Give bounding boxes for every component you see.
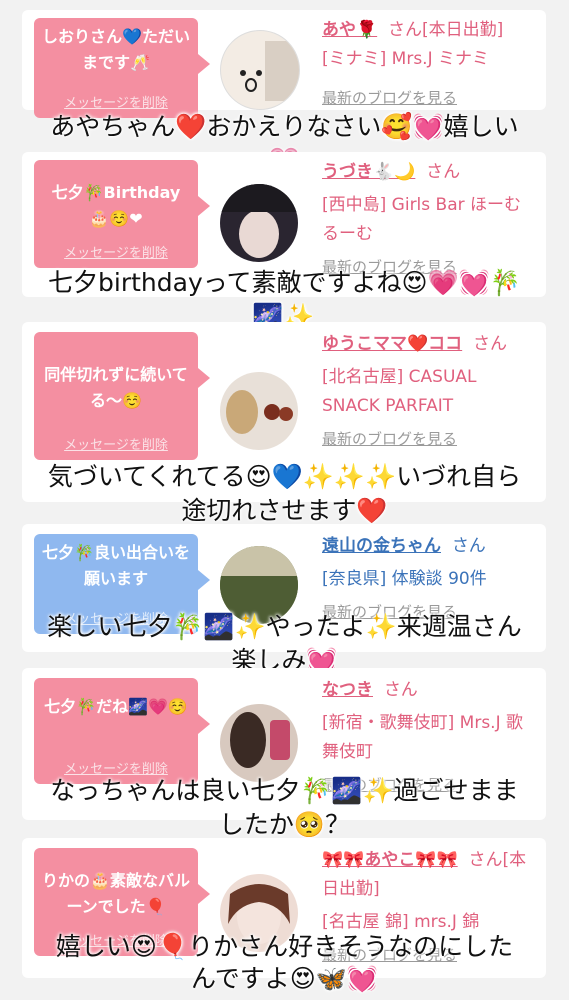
san-label: さん bbox=[468, 850, 503, 870]
girl-name-link[interactable]: 🎀🎀あやこ🎀🎀 bbox=[322, 850, 458, 870]
portrait-image bbox=[226, 390, 293, 434]
message-text: 七夕🎋良い出合いを願います bbox=[42, 543, 190, 588]
avatar[interactable] bbox=[220, 184, 298, 262]
san-label: さん bbox=[426, 162, 461, 182]
caption-line: 七夕birthdayって素敵ですよね😍💗💓🎋 bbox=[48, 268, 521, 297]
portrait-image bbox=[220, 184, 298, 258]
caption-line: 気づいてくれてる😍💙✨✨✨いづれ自ら bbox=[47, 462, 522, 491]
message-text: りかの🎂素敵なバルーンでした🎈 bbox=[42, 871, 190, 916]
san-label: さん bbox=[387, 20, 422, 40]
caption-line: したか🥺？ bbox=[218, 810, 351, 839]
delete-message-link[interactable]: メッセージを削除 bbox=[34, 438, 198, 454]
delete-message-link[interactable]: メッセージを削除 bbox=[34, 246, 198, 262]
san-label: さん bbox=[451, 536, 486, 556]
message-text: 七夕🎋Birthday🎂☺️❤ bbox=[51, 183, 181, 228]
profile-info: ゆうこママ❤️ココ さん [北名古屋] CASUAL SNACK PARFAIT… bbox=[322, 330, 527, 454]
caption-line: んですよ😍🦋💓 bbox=[190, 964, 379, 993]
latest-blog-link[interactable]: 最新のブログを見る bbox=[322, 84, 527, 113]
caption-line: あやちゃん❤️おかえりなさい🥰💓嬉しい bbox=[50, 112, 519, 141]
shop-label: [ミナミ] Mrs.J ミナミ bbox=[322, 49, 490, 69]
message-text: 七夕🎋だね🌌💗☺️ bbox=[44, 697, 188, 716]
avatar[interactable] bbox=[220, 30, 300, 110]
face-icon bbox=[240, 41, 299, 101]
girl-name-link[interactable]: うづき🐇🌙 bbox=[322, 162, 415, 182]
caption-line: なっちゃんは良い七夕🎋🌌✨過ごせまま bbox=[50, 776, 519, 805]
san-label: さん bbox=[472, 334, 507, 354]
girl-name-link[interactable]: なつき bbox=[322, 680, 373, 700]
shop-label: [北名古屋] CASUAL SNACK PARFAIT bbox=[322, 367, 477, 416]
status-label: [本日出勤] bbox=[421, 20, 504, 40]
message-text: しおりさん💙ただいまです🥂 bbox=[42, 27, 190, 72]
shop-label: [新宿・歌舞伎町] Mrs.J 歌舞伎町 bbox=[322, 713, 524, 762]
latest-blog-link[interactable]: 最新のブログを見る bbox=[322, 425, 527, 454]
girl-name-link[interactable]: あや🌹 bbox=[322, 20, 377, 40]
profile-info: あや🌹 さん[本日出勤] [ミナミ] Mrs.J ミナミ 最新のブログを見る bbox=[322, 16, 527, 113]
portrait-image bbox=[230, 712, 290, 768]
girl-name-link[interactable]: 遠山の金ちゃん bbox=[322, 536, 441, 556]
message-text: 同伴切れずに続いてる〜☺️ bbox=[44, 365, 188, 410]
message-card: しおりさん💙ただいまです🥂 メッセージを削除 あや🌹 さん[本日出勤] [ミナミ… bbox=[22, 10, 546, 118]
girl-name-link[interactable]: ゆうこママ❤️ココ bbox=[322, 334, 462, 354]
caption-line: 途切れさせます❤️ bbox=[181, 496, 388, 525]
avatar[interactable] bbox=[220, 372, 298, 450]
message-bubble: 七夕🎋だね🌌💗☺️ メッセージを削除 bbox=[34, 678, 210, 784]
caption-line: 嬉しい😍🎈りかさん好きそうなのにした bbox=[55, 932, 514, 961]
message-bubble: 七夕🎋Birthday🎂☺️❤ メッセージを削除 bbox=[34, 160, 210, 268]
san-label: さん bbox=[383, 680, 418, 700]
message-bubble: 同伴切れずに続いてる〜☺️ メッセージを削除 bbox=[34, 332, 210, 460]
message-bubble: しおりさん💙ただいまです🥂 メッセージを削除 bbox=[34, 18, 210, 118]
shop-label: [奈良県] 体験談 90件 bbox=[322, 569, 487, 589]
caption-line: 楽しい七夕🎋🌌✨やったよ✨来週温さん bbox=[47, 612, 522, 641]
shop-label: [西中島] Girls Bar ほーむるーむ bbox=[322, 195, 522, 244]
profile-info: うづき🐇🌙 さん [西中島] Girls Bar ほーむるーむ 最新のブログを見… bbox=[322, 158, 527, 282]
avatar[interactable] bbox=[220, 704, 298, 782]
